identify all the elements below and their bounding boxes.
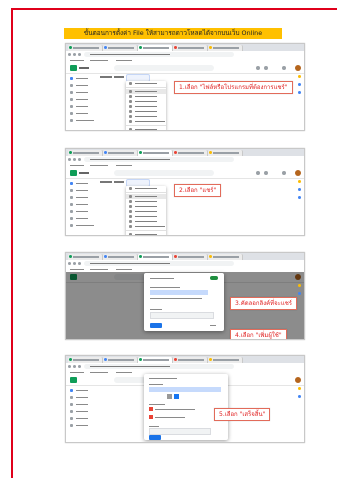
drive-logo-icon <box>70 377 77 383</box>
share-link-field[interactable] <box>149 387 221 392</box>
invite-input[interactable] <box>149 428 211 435</box>
drive-sidebar <box>68 387 94 429</box>
screenshot-step-3: 3.คัดลอกลิงค์ที่จะแชร์ 4.เลือก "เพิ่มผู้… <box>65 252 305 340</box>
avatar-icon[interactable] <box>295 65 301 71</box>
screenshot-step-2: 2.เลือก "แชร์" <box>65 148 305 236</box>
share-icon <box>129 195 132 198</box>
avatar-icon[interactable] <box>295 170 301 176</box>
context-menu <box>126 81 166 130</box>
screenshot-step-1: 1.เลือก "ไฟล์หรือโปรแกรมที่ต้องการแชร์" <box>65 43 305 131</box>
drive-logo-icon <box>70 65 77 71</box>
screenshot-step-5: 5.เลือก "เสร็จสิ้น" <box>65 355 305 443</box>
drive-sidebar <box>68 75 94 124</box>
step-1-callout: 1.เลือก "ไฟล์หรือโปรแกรมที่ต้องการแชร์" <box>174 81 293 94</box>
share-dialog <box>144 273 224 331</box>
page-title: ขั้นตอนการตั้งค่า File ให้สามารถดาวโหลดไ… <box>64 28 282 39</box>
page-border-top <box>11 8 337 10</box>
add-people-input[interactable] <box>150 312 214 319</box>
step-3-callout: 3.คัดลอกลิงค์ที่จะแชร์ <box>230 297 298 310</box>
drive-sidebar <box>68 180 94 229</box>
apps-icon[interactable] <box>282 171 286 175</box>
link-sharing-toggle[interactable] <box>210 276 218 280</box>
link-icon[interactable] <box>167 394 172 399</box>
url-field[interactable] <box>84 157 234 162</box>
owner-icon <box>149 415 153 419</box>
step-4-callout: 4.เลือก "เพิ่มผู้ใช้" <box>230 329 287 339</box>
browser-tabs <box>66 253 304 260</box>
side-rail <box>297 75 302 125</box>
avatar-icon[interactable] <box>295 377 301 383</box>
side-rail <box>297 387 302 437</box>
help-icon[interactable] <box>256 171 260 175</box>
done-button[interactable] <box>149 435 161 440</box>
step-2-callout: 2.เลือก "แชร์" <box>174 184 222 197</box>
side-rail <box>297 284 302 334</box>
url-field[interactable] <box>84 364 234 369</box>
url-field[interactable] <box>84 261 234 266</box>
browser-tabs <box>66 44 304 51</box>
browser-tabs <box>66 356 304 363</box>
facebook-icon[interactable] <box>174 394 179 399</box>
access-icon <box>149 407 153 411</box>
url-field[interactable] <box>84 52 234 57</box>
side-rail <box>297 180 302 230</box>
drive-header <box>66 63 304 74</box>
done-button[interactable] <box>150 323 162 328</box>
browser-tabs <box>66 149 304 156</box>
page-border-left <box>11 8 13 478</box>
share-settings-dialog <box>144 374 228 440</box>
settings-icon[interactable] <box>264 66 268 70</box>
share-link-field[interactable] <box>150 290 208 295</box>
apps-icon[interactable] <box>282 66 286 70</box>
settings-icon[interactable] <box>264 171 268 175</box>
drive-header <box>66 168 304 179</box>
context-menu <box>126 186 166 235</box>
help-icon[interactable] <box>256 66 260 70</box>
step-5-callout: 5.เลือก "เสร็จสิ้น" <box>214 408 271 421</box>
search-input[interactable] <box>114 170 214 176</box>
search-input[interactable] <box>114 65 214 71</box>
drive-logo-icon <box>70 170 77 176</box>
